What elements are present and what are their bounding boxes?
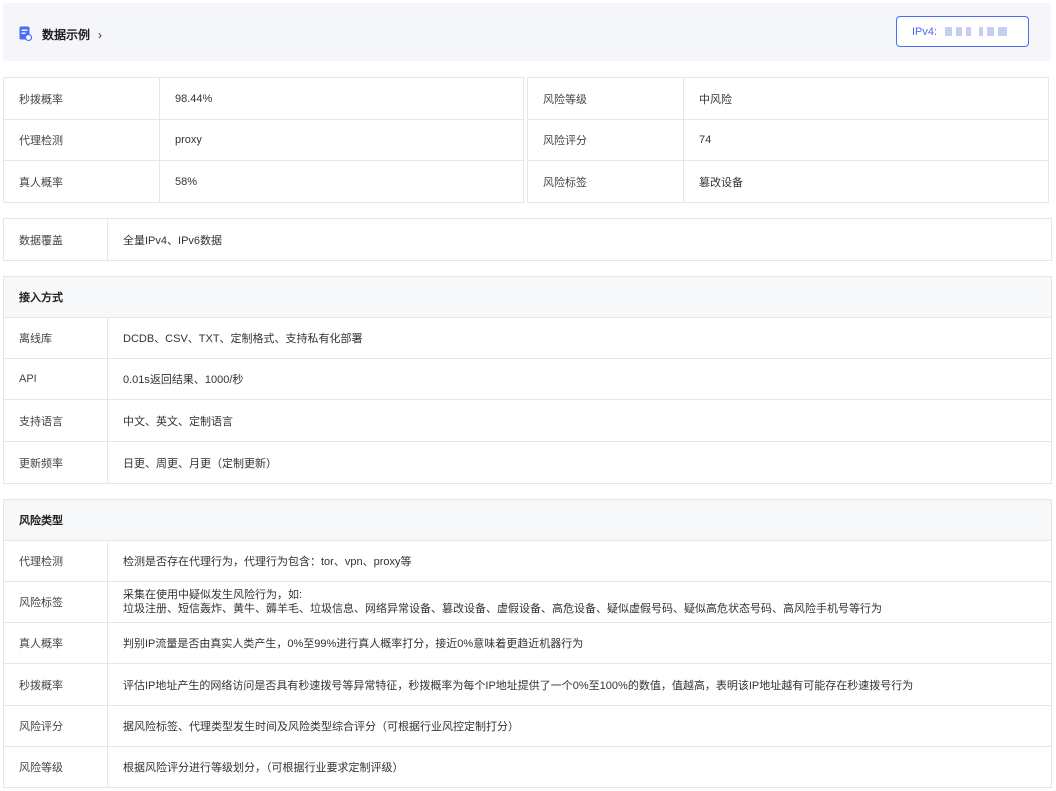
risk-section-title: 风险类型 [3, 499, 1052, 541]
risk-value: 判别IP流量是否由真实人类产生，0%至99%进行真人概率打分，接近0%意味着更趋… [107, 622, 1052, 664]
ip-address-redacted [945, 27, 1008, 36]
section-header-row: 风险类型 [3, 499, 1052, 541]
risk-key: 秒拨概率 [3, 663, 108, 706]
risk-value: 采集在使用中疑似发生风险行为，如: 垃圾注册、短信轰炸、黄牛、薅羊毛、垃圾信息、… [107, 581, 1052, 623]
risk-value-line: 采集在使用中疑似发生风险行为，如: [123, 589, 303, 601]
summary-value: proxy [159, 119, 524, 161]
section-header-row: 接入方式 [3, 276, 1052, 318]
table-row: 代理检测 proxy [3, 119, 524, 161]
table-row: 风险评分 74 [527, 119, 1049, 161]
risk-type-table: 风险类型 代理检测 检测是否存在代理行为，代理行为包含：tor、vpn、prox… [3, 499, 1052, 788]
summary-value: 98.44% [159, 77, 524, 120]
table-row: 风险等级 中风险 [527, 77, 1049, 120]
page-title: 数据示例 [42, 28, 91, 42]
coverage-key: 数据覆盖 [3, 218, 108, 261]
table-row: API 0.01s返回结果、1000/秒 [3, 358, 1052, 400]
access-key: 离线库 [3, 317, 108, 359]
risk-value: 据风险标签、代理类型发生时间及风险类型综合评分（可根据行业风控定制打分） [107, 705, 1052, 747]
summary-table-left: 秒拨概率 98.44% 代理检测 proxy 真人概率 58% [3, 77, 524, 203]
access-value: 0.01s返回结果、1000/秒 [107, 358, 1052, 400]
risk-key: 真人概率 [3, 622, 108, 664]
access-section-title: 接入方式 [3, 276, 1052, 318]
risk-value: 评估IP地址产生的网络访问是否具有秒速拨号等异常特征，秒拨概率为每个IP地址提供… [107, 663, 1052, 706]
access-key: 支持语言 [3, 399, 108, 442]
access-key: API [3, 358, 108, 400]
risk-value-line: 垃圾注册、短信轰炸、黄牛、薅羊毛、垃圾信息、网络异常设备、篡改设备、虚假设备、高… [123, 603, 882, 615]
document-icon [19, 26, 32, 42]
table-row: 更新频率 日更、周更、月更（定制更新） [3, 441, 1052, 484]
summary-value: 中风险 [683, 77, 1049, 120]
summary-value: 58% [159, 160, 524, 203]
summary-key: 秒拨概率 [3, 77, 160, 120]
ipv4-label: IPv4: [912, 25, 938, 38]
ipv4-button[interactable]: IPv4: [896, 16, 1029, 47]
summary-key: 风险评分 [527, 119, 684, 161]
summary-table-right: 风险等级 中风险 风险评分 74 风险标签 篡改设备 [527, 77, 1049, 203]
summary-value: 篡改设备 [683, 160, 1049, 203]
risk-value: 根据风险评分进行等级划分，（可根据行业要求定制评级） [107, 746, 1052, 788]
access-value: DCDB、CSV、TXT、定制格式、支持私有化部署 [107, 317, 1052, 359]
table-row: 秒拨概率 评估IP地址产生的网络访问是否具有秒速拨号等异常特征，秒拨概率为每个I… [3, 663, 1052, 706]
table-row: 真人概率 判别IP流量是否由真实人类产生，0%至99%进行真人概率打分，接近0%… [3, 622, 1052, 664]
summary-key: 风险标签 [527, 160, 684, 203]
summary-key: 真人概率 [3, 160, 160, 203]
table-row: 数据覆盖 全量IPv4、IPv6数据 [3, 218, 1052, 261]
access-key: 更新频率 [3, 441, 108, 484]
access-method-table: 接入方式 离线库 DCDB、CSV、TXT、定制格式、支持私有化部署 API 0… [3, 276, 1052, 484]
table-row: 秒拨概率 98.44% [3, 77, 524, 120]
coverage-table: 数据覆盖 全量IPv4、IPv6数据 [3, 218, 1052, 261]
table-row: 代理检测 检测是否存在代理行为，代理行为包含：tor、vpn、proxy等 [3, 540, 1052, 582]
summary-key: 代理检测 [3, 119, 160, 161]
summary-value: 74 [683, 119, 1049, 161]
risk-key: 风险评分 [3, 705, 108, 747]
table-row: 离线库 DCDB、CSV、TXT、定制格式、支持私有化部署 [3, 317, 1052, 359]
access-value: 日更、周更、月更（定制更新） [107, 441, 1052, 484]
table-row: 风险标签 采集在使用中疑似发生风险行为，如: 垃圾注册、短信轰炸、黄牛、薅羊毛、… [3, 581, 1052, 623]
table-row: 支持语言 中文、英文、定制语言 [3, 399, 1052, 442]
coverage-value: 全量IPv4、IPv6数据 [107, 218, 1052, 261]
chevron-right-icon[interactable]: › [98, 28, 102, 42]
summary-key: 风险等级 [527, 77, 684, 120]
access-value: 中文、英文、定制语言 [107, 399, 1052, 442]
risk-key: 风险标签 [3, 581, 108, 623]
page-header: 数据示例 › IPv4: [3, 3, 1051, 61]
table-row: 风险等级 根据风险评分进行等级划分，（可根据行业要求定制评级） [3, 746, 1052, 788]
risk-value: 检测是否存在代理行为，代理行为包含：tor、vpn、proxy等 [107, 540, 1052, 582]
risk-key: 风险等级 [3, 746, 108, 788]
table-row: 真人概率 58% [3, 160, 524, 203]
risk-key: 代理检测 [3, 540, 108, 582]
table-row: 风险评分 据风险标签、代理类型发生时间及风险类型综合评分（可根据行业风控定制打分… [3, 705, 1052, 747]
table-row: 风险标签 篡改设备 [527, 160, 1049, 203]
